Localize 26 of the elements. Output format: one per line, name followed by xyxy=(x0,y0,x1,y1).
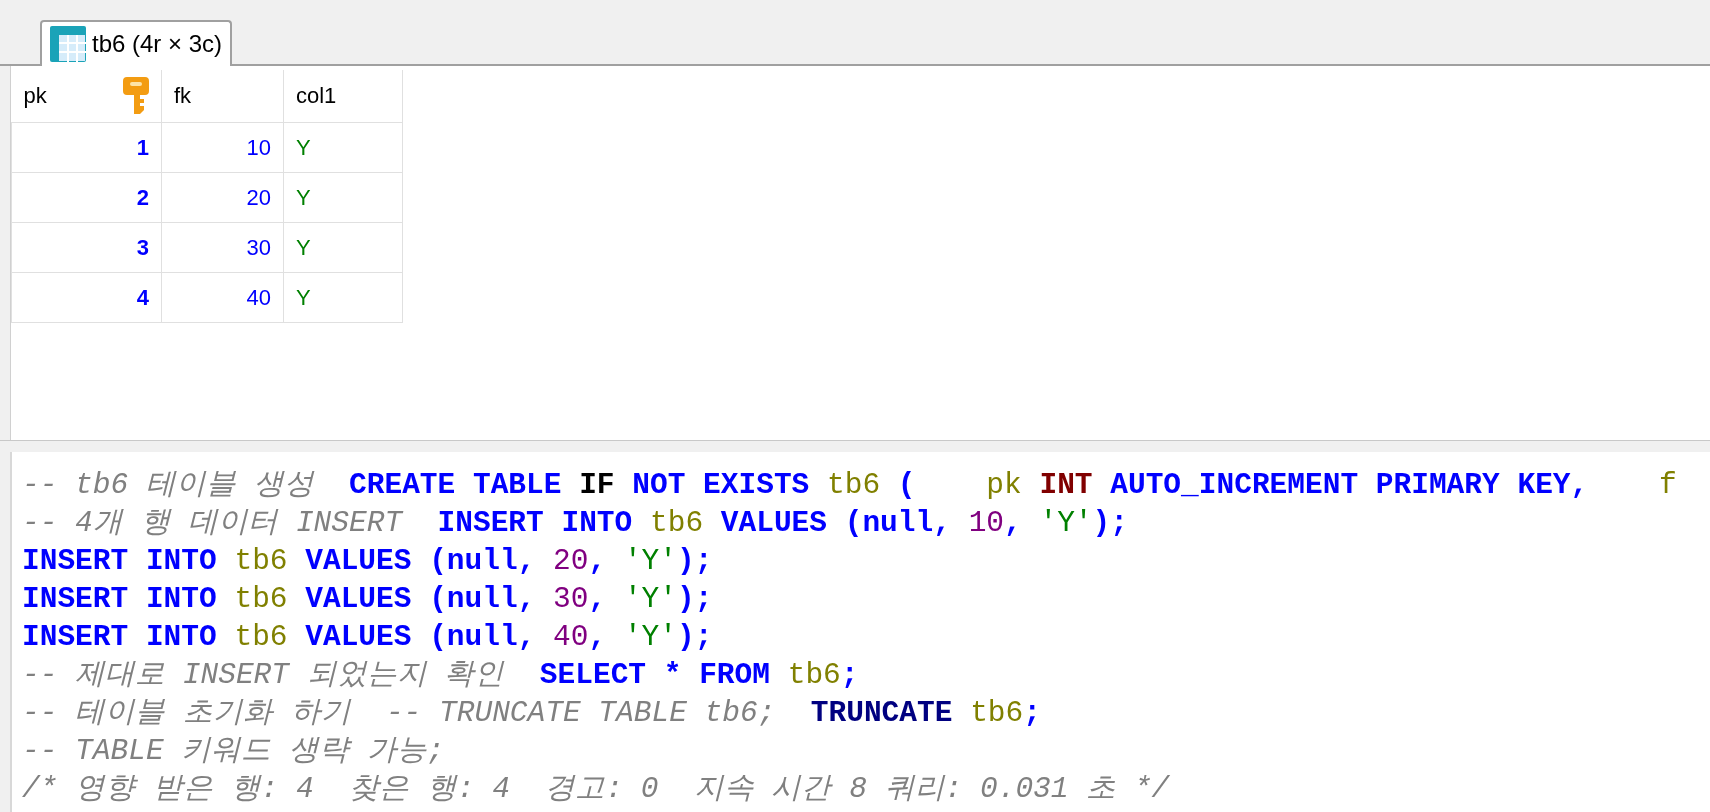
table-icon xyxy=(50,26,86,62)
table-cell: Y xyxy=(283,272,403,322)
table-cell: 40 xyxy=(161,272,284,322)
table-cell: 1 xyxy=(11,122,162,172)
table-cell: Y xyxy=(283,122,403,172)
code-line: -- 제대로 INSERT 되었는지 확인 SELECT * FROM tb6; xyxy=(22,657,860,694)
column-header[interactable]: col1 xyxy=(283,70,403,122)
table-cell: 3 xyxy=(11,222,162,272)
table-cell: 4 xyxy=(11,272,162,322)
table-cell: 20 xyxy=(161,172,284,222)
code-line: -- TABLE 키워드 생략 가능; xyxy=(22,733,446,770)
table-cell: 10 xyxy=(161,122,284,172)
column-header[interactable]: pk xyxy=(11,70,162,122)
column-header[interactable]: fk xyxy=(161,70,284,122)
table-cell: 30 xyxy=(161,222,284,272)
table-cell: Y xyxy=(283,222,403,272)
code-line: -- tb6 테이블 생성 CREATE TABLE IF NOT EXISTS tb6 ( pk INT AUTO_INCREMENT PRIMARY KEY, f xyxy=(22,467,1678,504)
table-cell: Y xyxy=(283,172,403,222)
table-cell: 2 xyxy=(11,172,162,222)
code-line: INSERT INTO tb6 VALUES (null, 30, 'Y'); xyxy=(22,581,714,618)
code-line: -- 4개 행 데이터 INSERT INSERT INTO tb6 VALUES (null, 10, 'Y'); xyxy=(22,505,1129,542)
code-line: INSERT INTO tb6 VALUES (null, 40, 'Y'); xyxy=(22,619,714,656)
code-line: INSERT INTO tb6 VALUES (null, 20, 'Y'); xyxy=(22,543,714,580)
code-line: /* 영향 받은 행: 4 찾은 행: 4 경고: 0 지속 시간 8 쿼리: 0.031 초 */ xyxy=(22,771,1171,808)
tab[interactable]: tb6 (4r × 3c) xyxy=(40,20,233,66)
code-line: -- 테이블 초기화 하기 -- TRUNCATE TABLE tb6; TRUNCATE tb6; xyxy=(22,695,1042,732)
